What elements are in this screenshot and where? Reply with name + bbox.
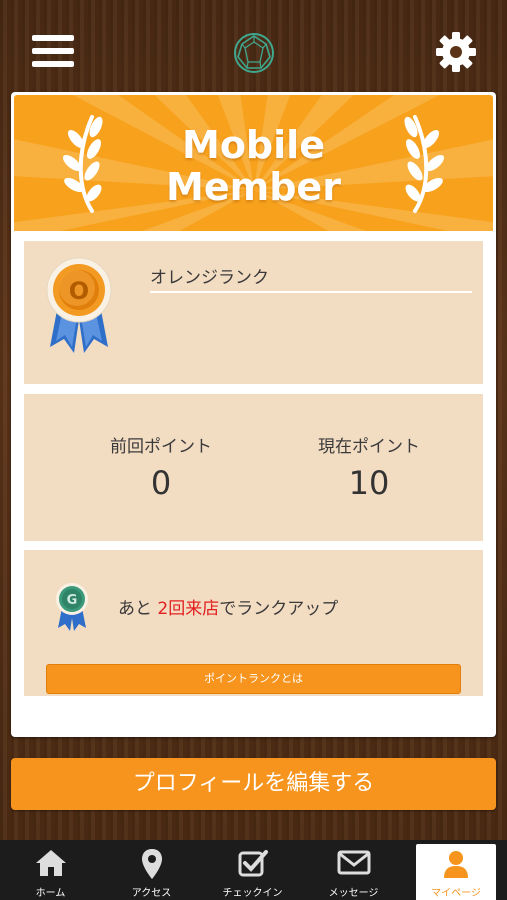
top-bar [0, 0, 507, 82]
bottom-tab-bar: ホーム アクセス チェックイン メッセージ マイページ [0, 840, 507, 900]
tab-mypage-label: マイページ [431, 888, 481, 899]
orange-rank-medal-icon: O [46, 257, 112, 353]
points-panel: 前回ポイント 0 現在ポイント 10 [24, 394, 483, 541]
envelope-icon [337, 850, 370, 875]
current-points-value: 10 [348, 464, 390, 502]
laurel-right-icon [404, 115, 445, 213]
gear-icon[interactable] [434, 30, 478, 74]
tab-home[interactable]: ホーム [0, 840, 101, 900]
mobile-member-banner: Mobile Member [14, 95, 493, 231]
rank-panel: O オレンジランク [24, 241, 483, 384]
edit-profile-button[interactable]: プロフィールを編集する [11, 758, 496, 810]
tab-access-label: アクセス [131, 888, 172, 899]
previous-points-label: 前回ポイント [110, 437, 212, 457]
map-pin-icon [141, 849, 162, 879]
tab-checkin[interactable]: チェックイン [202, 840, 303, 900]
rank-name: オレンジランク [150, 268, 269, 288]
tab-mypage[interactable]: マイページ [416, 844, 496, 900]
previous-points-value: 0 [150, 464, 172, 502]
member-card: Mobile Member O オレンジランク 前回ポイント 0 現在ポイント … [11, 92, 496, 737]
diamond-logo-icon[interactable] [232, 31, 276, 75]
medal-letter: G [67, 593, 78, 608]
tab-checkin-label: チェックイン [222, 888, 283, 899]
medal-letter: O [69, 277, 89, 305]
tab-home-label: ホーム [35, 888, 66, 899]
rank-up-prefix: あと [118, 599, 158, 619]
home-icon [35, 850, 66, 876]
tab-message-label: メッセージ [328, 888, 379, 899]
point-rank-info-button[interactable]: ポイントランクとは [46, 664, 461, 694]
tab-access[interactable]: アクセス [101, 840, 202, 900]
rank-up-suffix: でランクアップ [219, 599, 339, 619]
person-icon [444, 851, 468, 878]
rank-up-visits: 2回来店 [157, 599, 220, 619]
hamburger-menu-icon[interactable] [32, 35, 74, 71]
rank-up-message: あと 2回来店でランクアップ [118, 594, 338, 619]
checkbox-icon [238, 850, 268, 877]
green-rank-medal-icon: G [56, 583, 88, 631]
next-rank-panel: G あと 2回来店でランクアップ ポイントランクとは [24, 550, 483, 696]
tab-message[interactable]: メッセージ [303, 840, 404, 900]
current-points-label: 現在ポイント [318, 437, 420, 457]
rank-divider [150, 291, 472, 293]
